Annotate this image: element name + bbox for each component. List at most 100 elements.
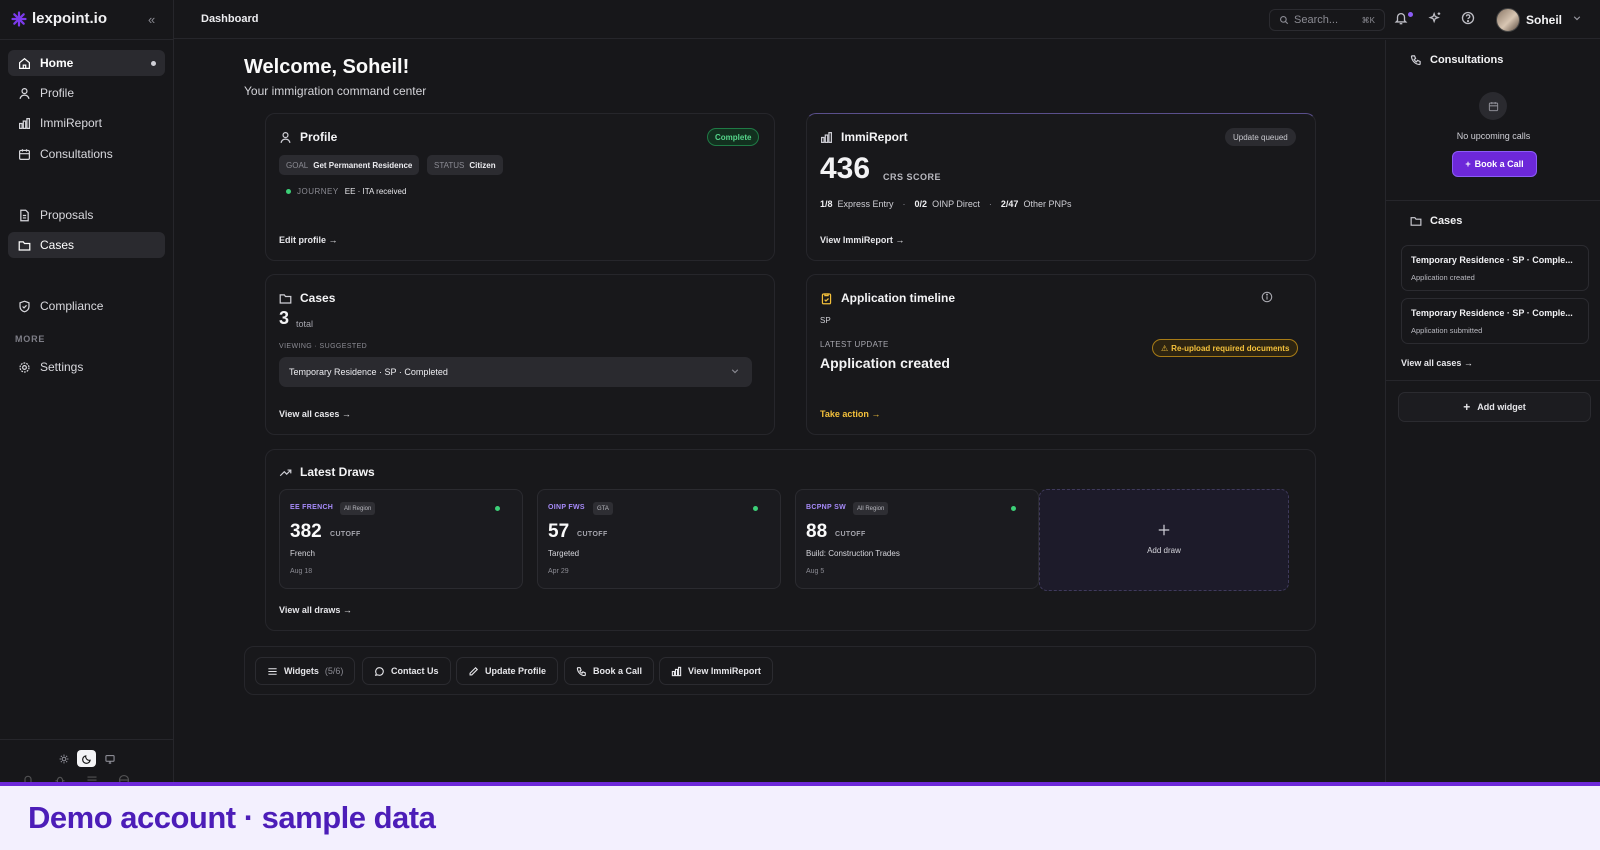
draw-code: BCPNP SW (806, 504, 846, 511)
search-icon (1280, 16, 1289, 25)
card-title: Cases (279, 291, 335, 305)
file-icon (20, 209, 29, 221)
draw-description: French (290, 549, 315, 558)
card-title-label: Application timeline (841, 291, 956, 305)
status-dot (753, 506, 758, 511)
plus-icon (1157, 523, 1171, 537)
user-icon (19, 87, 30, 99)
case-status: Application submitted (1411, 326, 1483, 335)
sidebar-item-immireport[interactable]: ImmiReport (8, 110, 165, 136)
draw-score: 382 (290, 521, 322, 542)
sidebar-item-compliance[interactable]: Compliance (8, 293, 165, 319)
crs-score: 436 (820, 152, 871, 185)
sun-icon[interactable] (54, 750, 73, 767)
profile-card: Profile Complete GOAL Get Permanent Resi… (265, 113, 775, 261)
monitor-icon[interactable] (100, 750, 119, 767)
clipboard-check-icon (821, 292, 832, 304)
stat-value: 0/2 (914, 199, 928, 209)
phone-icon (576, 666, 586, 676)
top-bar: Dashboard Search... ⌘K Soheil (174, 0, 1600, 39)
sparkles-icon[interactable] (1428, 11, 1442, 25)
update-profile-button[interactable]: Update Profile (456, 657, 559, 685)
warning-badge[interactable]: ⚠ Re-upload required documents (1152, 339, 1299, 357)
case-select[interactable]: Temporary Residence · SP · Completed (279, 357, 752, 387)
cases-title: Cases (1410, 215, 1462, 227)
card-title: Application timeline (820, 291, 955, 305)
widgets-button[interactable]: Widgets (5/6) (255, 657, 356, 685)
help-circle-icon[interactable] (1461, 11, 1475, 25)
add-widget-button[interactable]: + Add widget (1398, 392, 1591, 422)
pencil-icon (469, 666, 479, 675)
gear-icon (19, 361, 30, 373)
info-icon[interactable] (1261, 291, 1273, 303)
notification-badge (1408, 12, 1413, 17)
case-list-item[interactable]: Temporary Residence · SP · Comple... App… (1401, 245, 1589, 291)
sidebar-item-proposals[interactable]: Proposals (8, 202, 165, 228)
book-call-button[interactable]: + Book a Call (1452, 151, 1537, 177)
shield-icon (19, 300, 30, 312)
page-subtitle: Your immigration command center (244, 84, 427, 98)
view-all-draws-link[interactable]: View all draws → (279, 605, 352, 615)
collapse-sidebar-icon[interactable]: « (148, 12, 155, 27)
notifications-bell-icon[interactable] (1394, 11, 1408, 25)
view-immireport-button[interactable]: View ImmiReport (659, 657, 773, 685)
stat-label: Other PNPs (1023, 199, 1072, 209)
draw-card[interactable]: EE FRENCH All Region 382 CUTOFF French A… (279, 489, 523, 589)
search-input[interactable]: Search... ⌘K (1269, 9, 1385, 31)
draw-code: OINP FWS (548, 504, 585, 511)
status-dot (495, 506, 500, 511)
crs-score-unit: CRS SCORE (883, 172, 942, 182)
book-call-button[interactable]: Book a Call (564, 657, 655, 685)
sidebar: lexpoint.io « Home Profile ImmiReport Co… (0, 0, 174, 786)
list-icon (268, 667, 277, 675)
divider (1386, 380, 1600, 381)
viewing-label: VIEWING · SUGGESTED (279, 343, 368, 350)
folder-icon (1410, 217, 1422, 226)
draw-score: 88 (806, 521, 828, 542)
sidebar-item-label: Home (40, 56, 74, 70)
update-profile-label: Update Profile (485, 666, 547, 676)
cases-title-label: Cases (1430, 215, 1463, 227)
contact-us-button[interactable]: Contact Us (362, 657, 451, 685)
take-action-link[interactable]: Take action → (820, 409, 880, 419)
view-all-cases-link[interactable]: View all cases → (1401, 358, 1473, 368)
card-title-label: Profile (300, 130, 338, 144)
draw-unit: CUTOFF (577, 531, 608, 538)
add-draw-button[interactable]: Add draw (1039, 489, 1289, 591)
draw-region-tag: All Region (853, 502, 889, 515)
draw-score: 57 (548, 521, 570, 542)
user-name[interactable]: Soheil (1526, 13, 1562, 27)
goal-pill: GOAL Get Permanent Residence (279, 155, 420, 175)
draw-description: Targeted (548, 549, 580, 558)
avatar[interactable] (1496, 8, 1520, 32)
sidebar-item-settings[interactable]: Settings (8, 354, 165, 380)
latest-draws-card: Latest Draws EE FRENCH All Region 382 CU… (265, 449, 1316, 631)
draw-card[interactable]: OINP FWS GTA 57 CUTOFF Targeted Apr 29 (537, 489, 781, 589)
home-icon (19, 57, 30, 69)
latest-update-value: Application created (820, 355, 950, 371)
sidebar-item-cases[interactable]: Cases (8, 232, 165, 258)
bar-chart-icon (19, 117, 30, 129)
app-name: lexpoint.io (32, 10, 107, 27)
draw-card[interactable]: BCPNP SW All Region 88 CUTOFF Build: Con… (795, 489, 1039, 589)
sidebar-item-consultations[interactable]: Consultations (8, 141, 165, 167)
active-dot-indicator (151, 60, 156, 66)
app-logo[interactable]: lexpoint.io (11, 10, 107, 27)
nav-section-more: MORE (15, 334, 46, 344)
moon-icon[interactable] (77, 750, 96, 767)
draw-region-tag: GTA (593, 502, 613, 515)
card-title: Latest Draws (279, 465, 375, 479)
case-list-item[interactable]: Temporary Residence · SP · Comple... App… (1401, 298, 1589, 344)
edit-profile-link[interactable]: Edit profile → (279, 235, 338, 245)
program-code: SP (820, 316, 831, 325)
card-title: ImmiReport (820, 130, 908, 144)
chevron-down-icon[interactable] (1572, 13, 1582, 23)
view-all-cases-link[interactable]: View all cases → (279, 409, 351, 419)
plus-icon: + (1465, 159, 1471, 169)
book-call-label: Book a Call (1474, 159, 1524, 169)
breadcrumb[interactable]: Dashboard (201, 13, 258, 25)
view-immireport-link[interactable]: View ImmiReport → (820, 235, 904, 245)
sidebar-item-profile[interactable]: Profile (8, 80, 165, 106)
sidebar-item-home[interactable]: Home (8, 50, 165, 76)
contact-us-label: Contact Us (391, 666, 439, 676)
